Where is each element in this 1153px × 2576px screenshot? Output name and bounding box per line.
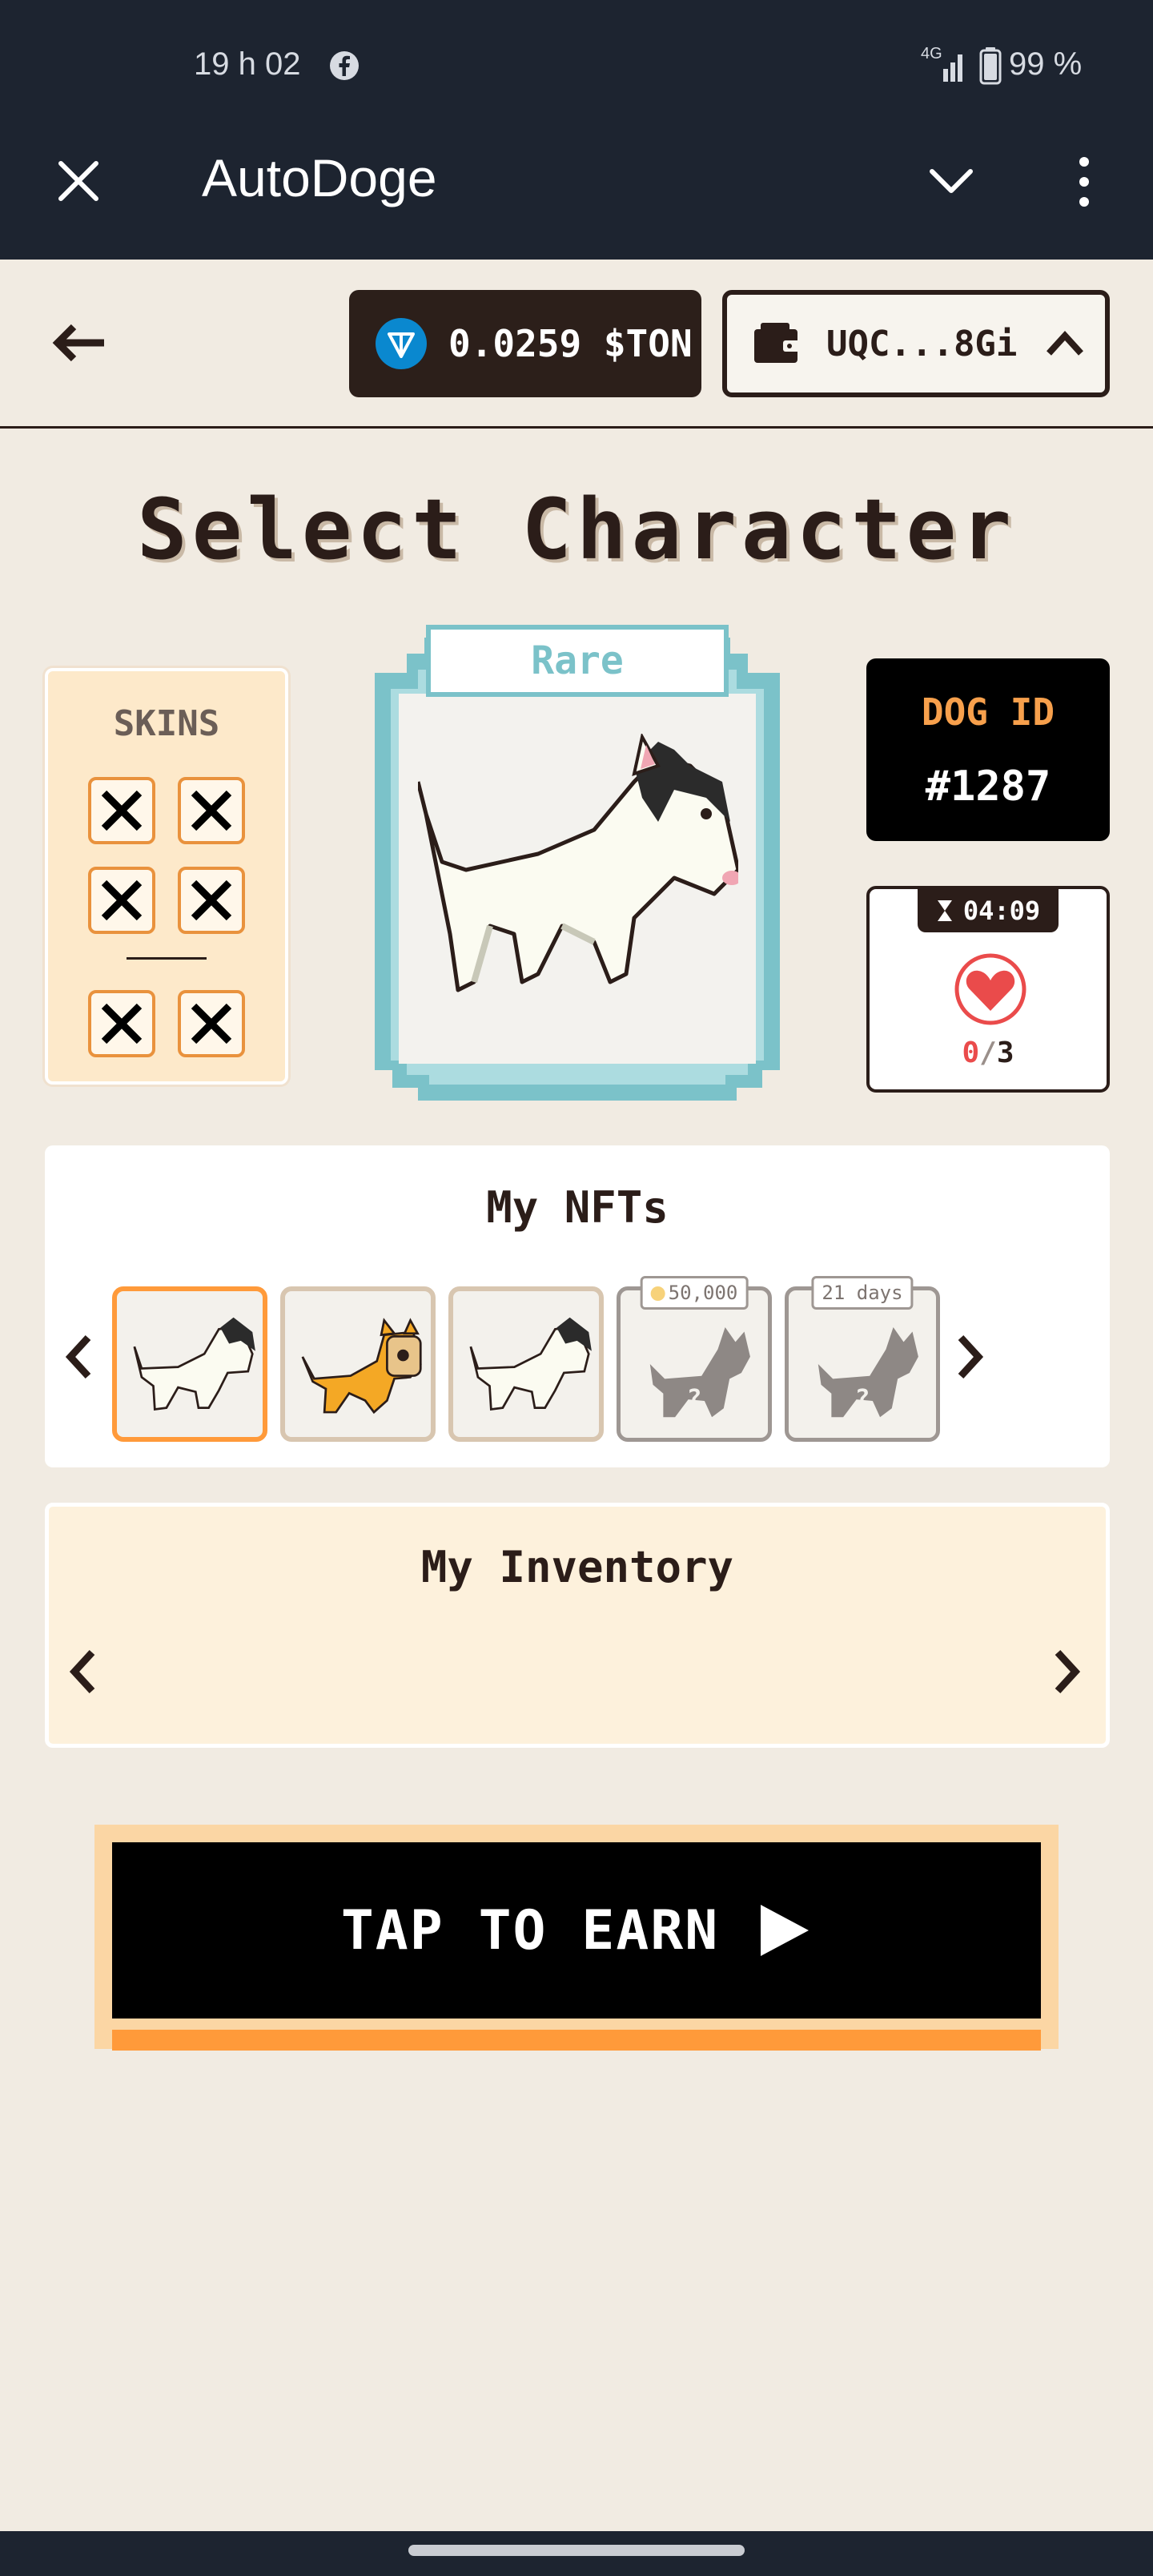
- page-title: Select Character: [137, 481, 1016, 578]
- close-icon[interactable]: [56, 159, 101, 203]
- chevron-down-icon[interactable]: [927, 163, 975, 199]
- tap-to-earn-button[interactable]: TAP TO EARN: [112, 1842, 1041, 2019]
- empty-slot-x-icon: [191, 879, 232, 921]
- energy-separator: /: [979, 1036, 997, 1069]
- shiba-toast-thumb: [301, 1318, 422, 1415]
- facebook-icon: [330, 51, 359, 80]
- nft-item-locked[interactable]: ? 50,000: [617, 1276, 772, 1442]
- nft-item[interactable]: [280, 1286, 436, 1442]
- nft-item-locked[interactable]: ? 21 days: [785, 1276, 940, 1442]
- energy-timer: 04:09: [918, 889, 1059, 932]
- coin-icon: [650, 1286, 665, 1301]
- header-divider: [0, 426, 1153, 429]
- tap-to-earn-shadow: [112, 2030, 1041, 2051]
- back-arrow-icon[interactable]: [48, 320, 109, 365]
- dog-id-card: DOG ID #1287: [866, 658, 1110, 841]
- status-time: 19 h 02: [194, 46, 301, 82]
- status-bar: 19 h 02 4G 99 %: [0, 0, 1153, 128]
- nft-item[interactable]: [112, 1286, 267, 1442]
- inventory-next-arrow-icon[interactable]: [1051, 1648, 1083, 1696]
- bull-terrier-thumb: [469, 1317, 592, 1411]
- nft-duration-badge: 21 days: [811, 1276, 914, 1310]
- inventory-prev-arrow-icon[interactable]: [66, 1648, 98, 1696]
- nft-price: 50,000: [668, 1282, 738, 1304]
- empty-slot-x-icon: [191, 790, 232, 831]
- home-gesture-handle[interactable]: [408, 2545, 745, 2556]
- wallet-icon: [754, 323, 801, 363]
- skins-panel: SKINS: [45, 668, 288, 1085]
- play-icon: [761, 1905, 810, 1956]
- skin-slot[interactable]: [88, 990, 155, 1057]
- energy-card: 04:09 0/3: [866, 886, 1110, 1093]
- skins-divider: [127, 957, 207, 960]
- locked-dog-silhouette-icon: ?: [649, 1327, 750, 1418]
- my-nfts-title: My NFTs: [486, 1182, 669, 1233]
- chevron-up-icon[interactable]: [1044, 329, 1086, 358]
- rarity-banner: Rare: [426, 625, 729, 697]
- nft-item[interactable]: [448, 1286, 604, 1442]
- energy-timer-text: 04:09: [962, 896, 1041, 926]
- bull-terrier-sprite: [418, 734, 738, 992]
- skin-slot[interactable]: [178, 990, 245, 1057]
- battery-icon: [979, 47, 1002, 85]
- skin-slot[interactable]: [88, 867, 155, 934]
- locked-dog-silhouette-icon: ?: [818, 1327, 918, 1418]
- energy-max: 3: [996, 1036, 1014, 1069]
- dog-id-label: DOG ID: [921, 690, 1055, 734]
- my-inventory-panel: My Inventory: [45, 1503, 1110, 1748]
- battery-percent: 99 %: [1009, 46, 1083, 82]
- energy-current: 0: [962, 1036, 980, 1069]
- signal-icon: [943, 54, 962, 82]
- nfts-next-arrow-icon[interactable]: [954, 1333, 986, 1381]
- rarity-label: Rare: [531, 638, 624, 683]
- heart-icon: [954, 953, 1026, 1025]
- skin-slot[interactable]: [178, 777, 245, 844]
- wallet-address: UQC...8Gi: [826, 323, 1018, 364]
- dog-id-value: #1287: [925, 763, 1051, 811]
- skin-slot[interactable]: [178, 867, 245, 934]
- ton-balance: 0.0259 $TON: [448, 322, 693, 365]
- hourglass-icon: [937, 900, 952, 921]
- energy-count: 0/3: [870, 1036, 1107, 1069]
- ton-balance-pill[interactable]: 0.0259 $TON: [349, 290, 701, 397]
- app-title: AutoDoge: [202, 148, 437, 207]
- empty-slot-x-icon: [101, 790, 143, 831]
- empty-slot-x-icon: [101, 879, 143, 921]
- bull-terrier-thumb: [133, 1317, 255, 1411]
- svg-text:?: ?: [855, 1384, 870, 1413]
- more-options-icon[interactable]: [1071, 154, 1097, 210]
- wallet-pill[interactable]: UQC...8Gi: [722, 290, 1110, 397]
- empty-slot-x-icon: [101, 1003, 143, 1044]
- app-bar: AutoDoge: [0, 128, 1153, 260]
- my-inventory-title: My Inventory: [420, 1542, 734, 1592]
- skin-slot[interactable]: [88, 777, 155, 844]
- nft-price-badge: 50,000: [640, 1276, 749, 1310]
- empty-slot-x-icon: [191, 1003, 232, 1044]
- my-nfts-panel: My NFTs ? 50,000 ? 21 days: [45, 1145, 1110, 1467]
- character-card[interactable]: Rare: [352, 622, 802, 1101]
- skins-label: SKINS: [113, 703, 220, 744]
- nfts-prev-arrow-icon[interactable]: [62, 1333, 94, 1381]
- ton-icon: [376, 318, 427, 369]
- svg-text:?: ?: [687, 1384, 702, 1413]
- tap-to-earn-label: TAP TO EARN: [340, 1898, 720, 1962]
